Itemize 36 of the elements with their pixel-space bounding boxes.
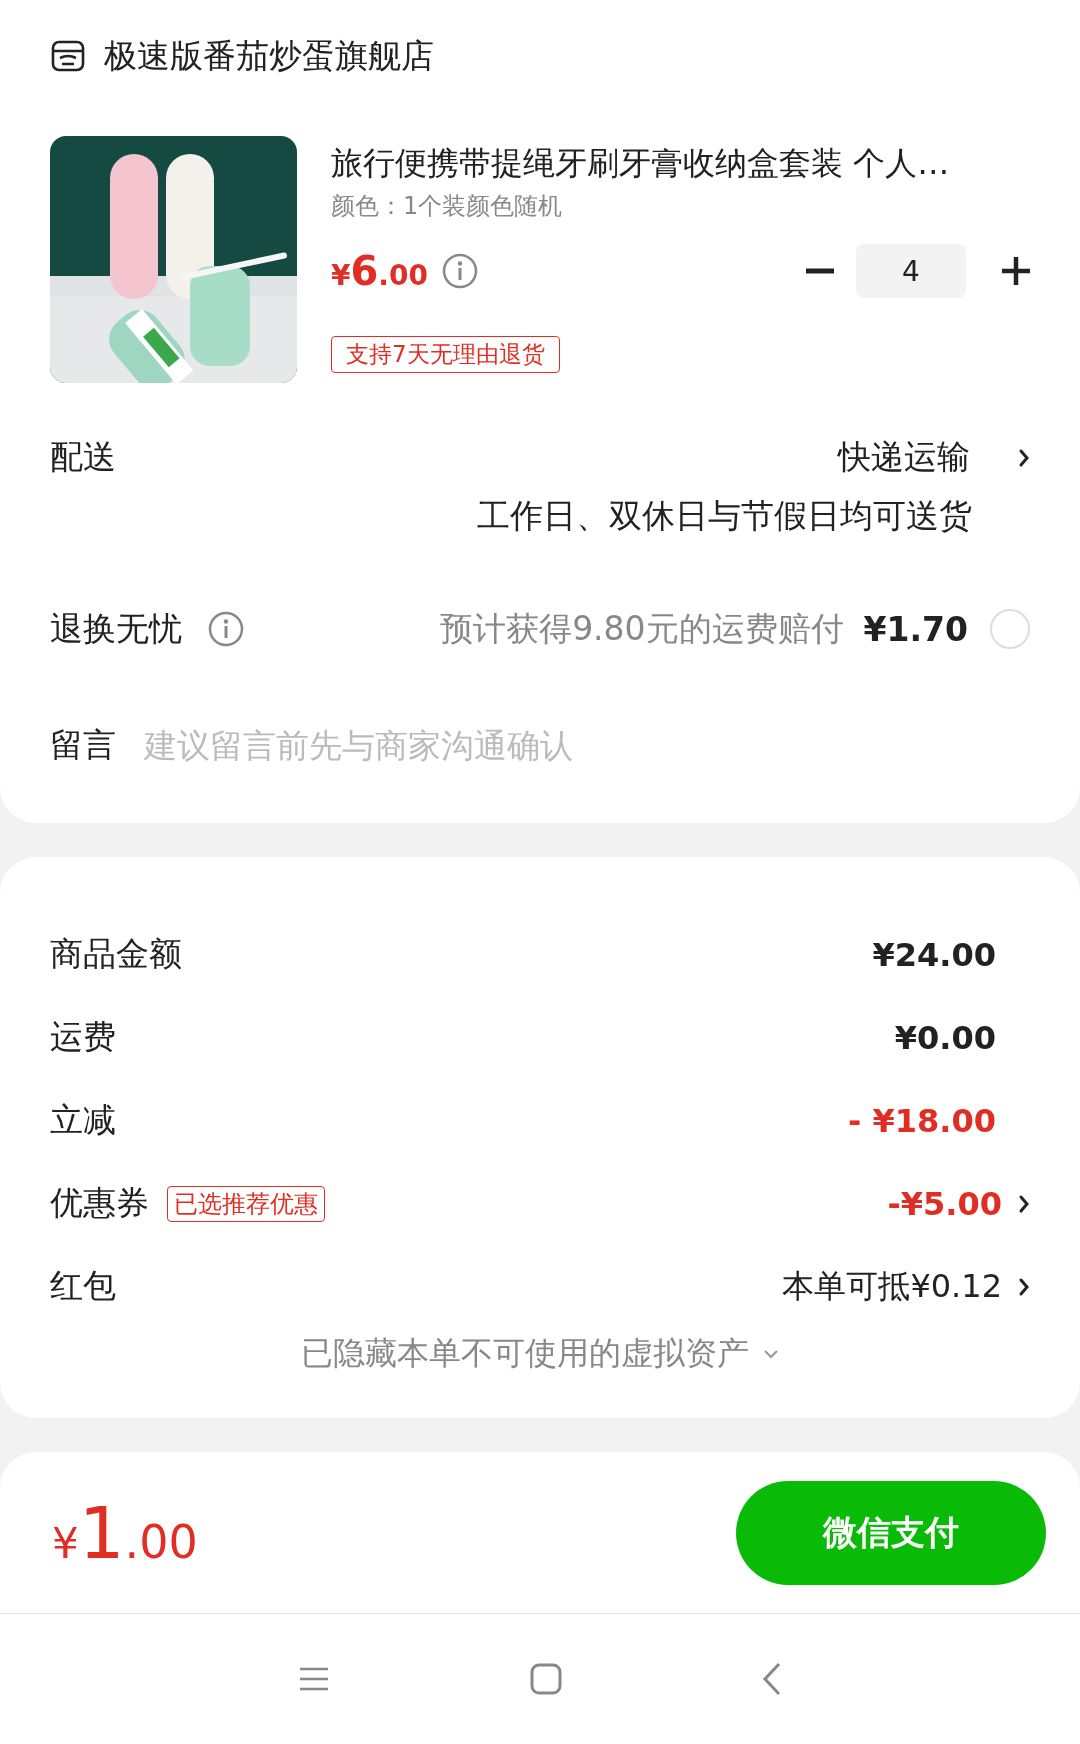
return-insurance-price: ¥1.70 <box>863 609 968 649</box>
minus-icon[interactable] <box>806 268 834 274</box>
delivery-note: 工作日、双休日与节假日均可送货 <box>477 495 972 537</box>
summary-label: 红包 <box>50 1265 116 1307</box>
return-insurance-description: 预计获得9.80元的运费赔付 <box>440 607 844 650</box>
total-price: ¥1.00 <box>52 1490 198 1575</box>
chevron-down-icon[interactable] <box>763 1349 779 1359</box>
summary-label: 优惠券 <box>50 1182 149 1224</box>
summary-label: 商品金额 <box>50 933 182 975</box>
back-icon[interactable] <box>762 1662 782 1696</box>
product-price: ¥6.00 <box>331 248 428 294</box>
quantity-field[interactable]: 4 <box>856 244 966 298</box>
message-label: 留言 <box>50 724 116 766</box>
summary-value: - ¥18.00 <box>848 1101 996 1140</box>
summary-label: 立减 <box>50 1099 116 1141</box>
summary-value: ¥0.00 <box>894 1018 996 1057</box>
info-icon[interactable] <box>441 253 478 289</box>
product-variant: 颜色：1个装颜色随机 <box>331 191 564 222</box>
product-title[interactable]: 旅行便携带提绳牙刷牙膏收纳盒套装 个人… <box>331 142 1030 186</box>
summary-label: 运费 <box>50 1016 116 1058</box>
summary-value[interactable]: -¥5.00 <box>887 1184 1002 1223</box>
home-icon[interactable] <box>530 1663 562 1695</box>
summary-value: ¥24.00 <box>872 935 996 974</box>
return-policy-tag: 支持7天无理由退货 <box>331 336 560 373</box>
info-icon[interactable] <box>208 611 244 647</box>
summary-value[interactable]: 本单可抵¥0.12 <box>782 1264 1002 1309</box>
menu-icon[interactable] <box>298 1666 330 1692</box>
delivery-method[interactable]: 快递运输 <box>838 435 970 480</box>
hidden-assets-note[interactable]: 已隐藏本单不可使用的虚拟资产 <box>301 1332 749 1376</box>
delivery-label: 配送 <box>50 436 116 478</box>
plus-icon[interactable] <box>1002 257 1030 285</box>
coupon-badge: 已选推荐优惠 <box>167 1185 325 1222</box>
store-icon <box>50 38 86 74</box>
return-insurance-label: 退换无忧 <box>50 607 182 650</box>
radio-button[interactable] <box>990 609 1030 649</box>
store-name[interactable]: 极速版番茄炒蛋旗舰店 <box>104 33 434 79</box>
